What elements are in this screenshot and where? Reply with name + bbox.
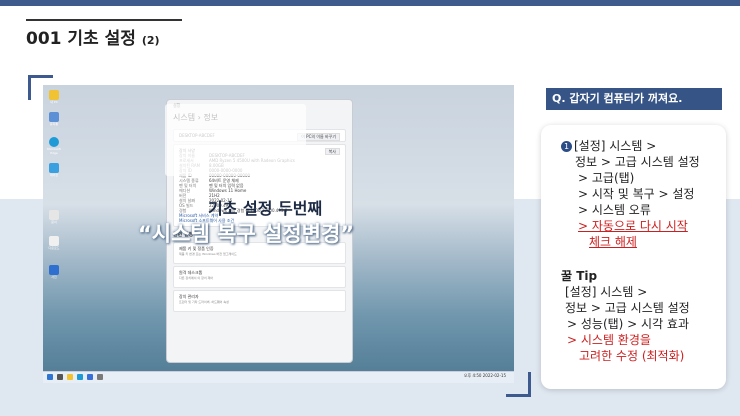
desktop-icon-label: 문서	[51, 220, 57, 224]
recycle-bin-icon	[49, 112, 59, 122]
page-title: 001 기초 설정 (2)	[26, 24, 160, 49]
store-icon[interactable]	[87, 374, 93, 380]
related-item-device-manager[interactable]: 장치 관리자 프린터 및 기타 드라이버, 하드웨어 속성	[173, 290, 346, 312]
tip-line-2: 정보 > 고급 시스템 설정	[565, 301, 690, 315]
control-panel-icon	[49, 163, 59, 173]
desktop-icon-pictures[interactable]: 사진	[47, 265, 61, 279]
related-item-sub: 프린터 및 기타 드라이버, 하드웨어 속성	[179, 300, 229, 304]
top-accent-bar	[0, 0, 740, 6]
copy-button[interactable]: 복사	[324, 148, 340, 155]
tray-date: 2022-02-15	[482, 373, 506, 378]
desktop-icon-label: 제어판	[49, 173, 59, 177]
overlay-subtitle: “시스템 복구 설정변경”	[138, 222, 355, 246]
taskbar: 오후 4:50 2022-02-15	[43, 371, 514, 383]
desktop-icon-recycle-bin[interactable]: 휴지통	[47, 112, 61, 126]
desktop-icon-label: Microsoft Edge	[47, 147, 61, 155]
step-line-3: > 고급(탭)	[578, 171, 635, 185]
title-underline	[26, 19, 182, 21]
step-line-5: > 시스템 오류	[578, 203, 651, 217]
step-line-2: 정보 > 고급 시스템 설정	[575, 155, 700, 169]
edge-icon[interactable]	[77, 374, 83, 380]
settings-gear-icon[interactable]	[97, 374, 103, 380]
download-icon	[49, 236, 59, 246]
tip-line-5: 고려한 수정 (최적화)	[579, 349, 685, 363]
desktop-icon-documents[interactable]: 문서	[47, 210, 61, 224]
step-line-4: > 시작 및 복구 > 설정	[578, 187, 695, 201]
tip-line-4: > 시스템 환경을	[567, 333, 651, 347]
desktop-icon-control-panel[interactable]: 제어판	[47, 163, 61, 177]
step-line-7: 체크 해제	[589, 235, 637, 249]
tip-title: 꿀 Tip	[561, 269, 598, 283]
start-icon[interactable]	[47, 374, 53, 380]
question-label: Q. 갑자기 컴퓨터가 꺼져요.	[546, 88, 722, 110]
tip-line-1: [설정] 시스템 >	[565, 285, 648, 299]
tray-time: 오후 4:50	[463, 373, 482, 378]
desktop-icon-label: 내 PC	[50, 100, 58, 104]
page-title-suffix: (2)	[141, 34, 160, 47]
instruction-panel: 1 [설정] 시스템 > 정보 > 고급 시스템 설정 > 고급(탭) > 시작 …	[541, 125, 726, 389]
related-item-sub: 제품 키 변경 또는 Windows 버전 업그레이드	[179, 252, 237, 256]
desktop-icon-label: 사진	[51, 275, 57, 279]
page-title-text: 001 기초 설정	[26, 29, 136, 49]
overlay-card	[165, 104, 306, 176]
related-item-remote-desktop[interactable]: 원격 데스크톱 다른 장치에서 이 장치 제어	[173, 266, 346, 288]
system-tray[interactable]: 오후 4:50 2022-02-15	[464, 373, 506, 379]
search-icon[interactable]	[57, 374, 63, 380]
overlay-title: 기초 설정 두번째	[208, 199, 323, 218]
step-line-6: > 자동으로 다시 시작	[578, 219, 688, 233]
tip-line-3: > 성능(탭) > 시각 효과	[567, 317, 690, 331]
step-line-1: 1 [설정] 시스템 >	[561, 139, 656, 153]
desktop-icon-label: 휴지통	[49, 122, 59, 126]
step-number-badge: 1	[561, 141, 572, 152]
related-item-sub: 다른 장치에서 이 장치 제어	[179, 276, 214, 280]
desktop-icon-edge[interactable]: Microsoft Edge	[47, 137, 61, 155]
file-explorer-icon[interactable]	[67, 374, 73, 380]
edge-icon	[49, 137, 59, 147]
desktop-icon-label: 다운로드	[48, 246, 60, 250]
desktop-icon-this-pc[interactable]: 내 PC	[47, 90, 61, 104]
picture-icon	[49, 265, 59, 275]
document-icon	[49, 210, 59, 220]
desktop-icon-downloads[interactable]: 다운로드	[47, 236, 61, 250]
folder-icon	[49, 90, 59, 100]
step-text: [설정] 시스템 >	[574, 139, 657, 153]
